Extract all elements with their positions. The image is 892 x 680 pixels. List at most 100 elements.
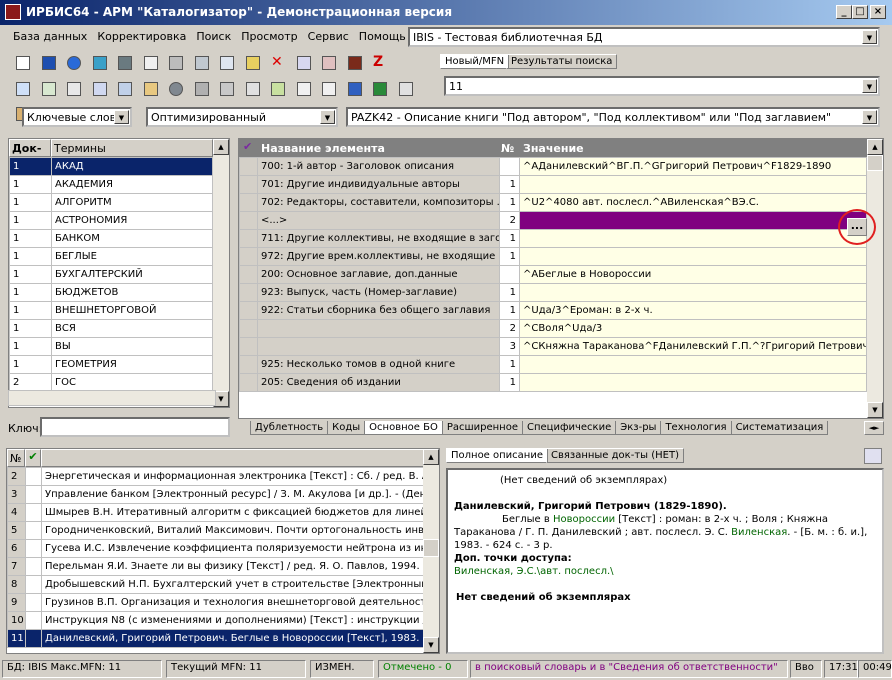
fields-header-value[interactable]: Значение xyxy=(523,142,584,155)
scroll-up-icon[interactable]: ▲ xyxy=(867,139,883,155)
tab-scroll-icon[interactable]: ◄► xyxy=(864,421,884,435)
list-icon[interactable] xyxy=(216,52,238,74)
doc-row[interactable]: 3 Управление банком [Электронный ресурс] … xyxy=(7,485,425,504)
doc-check[interactable] xyxy=(25,557,42,576)
doc-row[interactable]: 7 Перельман Я.И. Знаете ли вы физику [Тек… xyxy=(7,557,425,576)
docs-header-num[interactable]: № xyxy=(7,449,25,467)
print-preview-icon[interactable] xyxy=(864,448,882,464)
terms-header-terms[interactable]: Термины xyxy=(51,139,213,157)
doc-row[interactable]: 6 Гусева И.С. Извлечение коэффициента пол… xyxy=(7,539,425,558)
chevron-down-icon[interactable]: ▼ xyxy=(114,110,129,124)
word-icon[interactable] xyxy=(344,78,366,100)
term-row[interactable]: 1 ГЕОМЕТРИЯ xyxy=(9,355,213,374)
tab-record-7[interactable]: Систематизация xyxy=(730,421,829,435)
doc-row[interactable]: 4 Шмырев В.Н. Итеративный алгоритм с фикс… xyxy=(7,503,425,522)
field-row[interactable]: 3 ^CКняжна Тараканова^FДанилевский Г.П.^?… xyxy=(239,337,867,356)
field-row[interactable]: 711: Другие коллективы, не входящие в за… xyxy=(239,229,867,248)
field-row[interactable]: 972: Другие врем.коллективы, не входящие… xyxy=(239,247,867,266)
term-row[interactable]: 1 АКАД xyxy=(9,157,213,176)
tools-icon[interactable] xyxy=(140,78,162,100)
menu-view[interactable]: Просмотр xyxy=(236,27,302,47)
scroll-thumb[interactable] xyxy=(423,539,439,557)
term-row[interactable]: 1 ВСЯ xyxy=(9,319,213,338)
doc-check[interactable] xyxy=(25,467,42,486)
menu-service[interactable]: Сервис xyxy=(303,27,354,47)
field-value[interactable]: ^CКняжна Тараканова^FДанилевский Г.П.^?Г… xyxy=(519,337,867,356)
terms-header-docs[interactable]: Док-ов xyxy=(9,139,51,168)
chevron-down-icon[interactable]: ▼ xyxy=(862,30,877,44)
fields-scrollbar[interactable]: ▲ ▼ xyxy=(867,139,883,418)
undo-icon[interactable] xyxy=(63,52,85,74)
tab-record-3[interactable]: Расширенное xyxy=(441,421,523,435)
mfn-select[interactable]: 11 ▼ xyxy=(444,76,880,96)
doc-check[interactable] xyxy=(25,593,42,612)
field-row[interactable]: 923: Выпуск, часть (Номер-заглавие) 1 xyxy=(239,283,867,302)
menu-database[interactable]: База данных xyxy=(8,27,92,47)
tab-new-mfn[interactable]: Новый/MFN xyxy=(440,54,510,69)
excel-icon[interactable] xyxy=(369,78,391,100)
tab-full-description[interactable]: Полное описание xyxy=(446,448,548,463)
scroll-up-icon[interactable]: ▲ xyxy=(423,449,439,465)
field-value[interactable]: ^CВоля^Uда/3 xyxy=(519,319,867,338)
tab-search-results[interactable]: Результаты поиска xyxy=(506,54,618,69)
access-link[interactable]: Виленская, Э.С.\авт. послесл.\ xyxy=(454,565,876,578)
term-row[interactable]: 1 АКАДЕМИЯ xyxy=(9,175,213,194)
check-icon[interactable] xyxy=(38,78,60,100)
new-record-icon[interactable] xyxy=(12,52,34,74)
term-row[interactable]: 1 АСТРОНОМИЯ xyxy=(9,211,213,230)
field-value[interactable]: ^AДанилевский^BГ.П.^GГригорий Петрович^F… xyxy=(519,157,867,176)
field-value[interactable] xyxy=(519,373,867,392)
chevron-down-icon[interactable]: ▼ xyxy=(320,110,335,124)
field-value[interactable] xyxy=(519,283,867,302)
copy-icon[interactable] xyxy=(191,78,213,100)
doc-check[interactable] xyxy=(25,575,42,594)
copy-record-icon[interactable] xyxy=(140,52,162,74)
field-row[interactable]: 925: Несколько томов в одной книге 1 xyxy=(239,355,867,374)
tab-record-2[interactable]: Основное БО xyxy=(364,421,443,435)
next-record-icon[interactable] xyxy=(114,52,136,74)
doc-row[interactable]: 10 Инструкция N8 (с изменениями и дополне… xyxy=(7,611,425,630)
pages-icon[interactable] xyxy=(318,78,340,100)
field-value[interactable] xyxy=(519,355,867,374)
link-novorossii[interactable]: Новороссии xyxy=(553,514,615,525)
tab-linked-docs[interactable]: Связанные док-ты (НЕТ) xyxy=(546,448,684,463)
field-row[interactable]: 701: Другие индивидуальные авторы 1 xyxy=(239,175,867,194)
link-vilenskaya[interactable]: Виленская xyxy=(731,527,787,538)
tab-record-6[interactable]: Технология xyxy=(660,421,732,435)
view-icon[interactable] xyxy=(165,78,187,100)
tab-record-0[interactable]: Дублетность xyxy=(250,421,329,435)
chevron-down-icon[interactable]: ▼ xyxy=(862,110,877,124)
term-row[interactable]: 1 АЛГОРИТМ xyxy=(9,193,213,212)
field-value[interactable]: ^U2^4080 авт. послесл.^AВиленская^BЭ.С. xyxy=(519,193,867,212)
doc-check[interactable] xyxy=(25,611,42,630)
menu-search[interactable]: Поиск xyxy=(191,27,236,47)
edit-icon[interactable] xyxy=(242,52,264,74)
printer-icon[interactable] xyxy=(216,78,238,100)
delete-icon[interactable]: ✕ xyxy=(267,52,289,74)
field-row[interactable]: 205: Сведения об издании 1 xyxy=(239,373,867,392)
page-icon[interactable] xyxy=(293,78,315,100)
export-icon[interactable] xyxy=(318,52,340,74)
query-icon[interactable] xyxy=(89,78,111,100)
prev-record-icon[interactable] xyxy=(89,52,111,74)
scroll-up-icon[interactable]: ▲ xyxy=(213,139,229,155)
terms-hscrollbar[interactable] xyxy=(8,390,216,406)
worksheet-select[interactable]: PAZK42 - Описание книги "Под автором", "… xyxy=(346,107,880,127)
doc-check[interactable] xyxy=(25,629,42,648)
field-row[interactable]: 700: 1-й автор - Заголовок описания ^AДан… xyxy=(239,157,867,176)
scroll-down-icon[interactable]: ▼ xyxy=(867,402,883,418)
field-row[interactable]: 2 ^CВоля^Uда/3 xyxy=(239,319,867,338)
fields-header-name[interactable]: Название элемента xyxy=(261,142,385,155)
html-icon[interactable] xyxy=(395,78,417,100)
filter-icon[interactable] xyxy=(114,78,136,100)
doc-row[interactable]: 2 Энергетическая и информационная электро… xyxy=(7,467,425,486)
field-row[interactable]: <...> 2 xyxy=(239,211,867,230)
z3950-icon[interactable]: Z xyxy=(369,52,391,74)
doc-row[interactable]: 5 Городниченковский, Виталий Максимович. … xyxy=(7,521,425,540)
menu-help[interactable]: Помощь xyxy=(354,27,411,47)
save-icon[interactable] xyxy=(38,52,60,74)
term-row[interactable]: 1 ВЫ xyxy=(9,337,213,356)
field-value[interactable] xyxy=(519,229,867,248)
term-row[interactable]: 1 БАНКОМ xyxy=(9,229,213,248)
grid-icon[interactable] xyxy=(165,52,187,74)
